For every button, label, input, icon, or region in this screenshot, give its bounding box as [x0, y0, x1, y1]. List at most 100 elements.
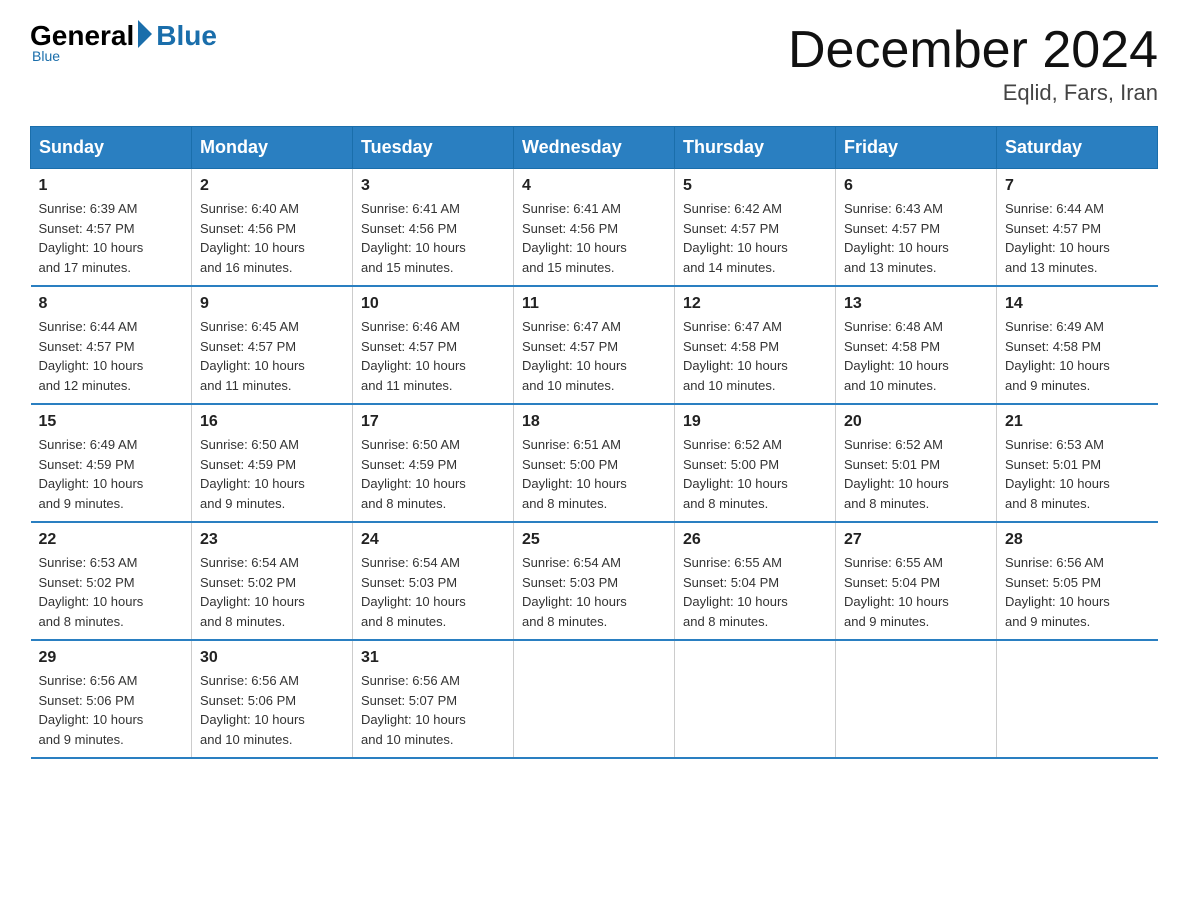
day-info: Sunrise: 6:47 AM Sunset: 4:57 PM Dayligh…: [522, 317, 666, 395]
day-info: Sunrise: 6:48 AM Sunset: 4:58 PM Dayligh…: [844, 317, 988, 395]
day-info: Sunrise: 6:54 AM Sunset: 5:02 PM Dayligh…: [200, 553, 344, 631]
day-number: 30: [200, 649, 344, 667]
header-cell-saturday: Saturday: [997, 127, 1158, 169]
day-info: Sunrise: 6:42 AM Sunset: 4:57 PM Dayligh…: [683, 199, 827, 277]
day-number: 16: [200, 413, 344, 431]
day-cell: 7 Sunrise: 6:44 AM Sunset: 4:57 PM Daylig…: [997, 169, 1158, 287]
day-info: Sunrise: 6:39 AM Sunset: 4:57 PM Dayligh…: [39, 199, 184, 277]
day-info: Sunrise: 6:43 AM Sunset: 4:57 PM Dayligh…: [844, 199, 988, 277]
day-info: Sunrise: 6:56 AM Sunset: 5:06 PM Dayligh…: [39, 671, 184, 749]
day-cell: 1 Sunrise: 6:39 AM Sunset: 4:57 PM Daylig…: [31, 169, 192, 287]
calendar-body: 1 Sunrise: 6:39 AM Sunset: 4:57 PM Daylig…: [31, 169, 1158, 759]
day-number: 1: [39, 177, 184, 195]
month-title: December 2024: [788, 20, 1158, 80]
day-cell: 19 Sunrise: 6:52 AM Sunset: 5:00 PM Dayli…: [675, 404, 836, 522]
day-number: 12: [683, 295, 827, 313]
day-cell: 16Sunrise: 6:50 AM Sunset: 4:59 PM Dayli…: [192, 404, 353, 522]
day-cell: [997, 640, 1158, 758]
day-info: Sunrise: 6:40 AM Sunset: 4:56 PM Dayligh…: [200, 199, 344, 277]
day-number: 27: [844, 531, 988, 549]
day-cell: 9 Sunrise: 6:45 AM Sunset: 4:57 PM Daylig…: [192, 286, 353, 404]
header-cell-thursday: Thursday: [675, 127, 836, 169]
day-number: 14: [1005, 295, 1150, 313]
header-cell-wednesday: Wednesday: [514, 127, 675, 169]
day-number: 19: [683, 413, 827, 431]
day-cell: 15 Sunrise: 6:49 AM Sunset: 4:59 PM Dayli…: [31, 404, 192, 522]
day-info: Sunrise: 6:47 AM Sunset: 4:58 PM Dayligh…: [683, 317, 827, 395]
day-cell: 3 Sunrise: 6:41 AM Sunset: 4:56 PM Daylig…: [353, 169, 514, 287]
day-info: Sunrise: 6:49 AM Sunset: 4:59 PM Dayligh…: [39, 435, 184, 513]
day-number: 5: [683, 177, 827, 195]
logo: General Blue Blue: [30, 20, 217, 64]
day-info: Sunrise: 6:56 AM Sunset: 5:05 PM Dayligh…: [1005, 553, 1150, 631]
day-cell: 5 Sunrise: 6:42 AM Sunset: 4:57 PM Daylig…: [675, 169, 836, 287]
week-row: 29 Sunrise: 6:56 AM Sunset: 5:06 PM Dayli…: [31, 640, 1158, 758]
day-cell: 25Sunrise: 6:54 AM Sunset: 5:03 PM Dayli…: [514, 522, 675, 640]
day-number: 8: [39, 295, 184, 313]
day-info: Sunrise: 6:55 AM Sunset: 5:04 PM Dayligh…: [683, 553, 827, 631]
location: Eqlid, Fars, Iran: [788, 80, 1158, 106]
day-number: 15: [39, 413, 184, 431]
week-row: 22 Sunrise: 6:53 AM Sunset: 5:02 PM Dayli…: [31, 522, 1158, 640]
day-info: Sunrise: 6:53 AM Sunset: 5:02 PM Dayligh…: [39, 553, 184, 631]
day-cell: 14 Sunrise: 6:49 AM Sunset: 4:58 PM Dayli…: [997, 286, 1158, 404]
day-info: Sunrise: 6:54 AM Sunset: 5:03 PM Dayligh…: [522, 553, 666, 631]
day-info: Sunrise: 6:45 AM Sunset: 4:57 PM Dayligh…: [200, 317, 344, 395]
day-number: 18: [522, 413, 666, 431]
day-cell: 12 Sunrise: 6:47 AM Sunset: 4:58 PM Dayli…: [675, 286, 836, 404]
day-cell: 21Sunrise: 6:53 AM Sunset: 5:01 PM Dayli…: [997, 404, 1158, 522]
day-number: 21: [1005, 413, 1150, 431]
day-info: Sunrise: 6:56 AM Sunset: 5:07 PM Dayligh…: [361, 671, 505, 749]
day-cell: 18 Sunrise: 6:51 AM Sunset: 5:00 PM Dayli…: [514, 404, 675, 522]
day-number: 3: [361, 177, 505, 195]
day-number: 9: [200, 295, 344, 313]
day-cell: 26 Sunrise: 6:55 AM Sunset: 5:04 PM Dayli…: [675, 522, 836, 640]
day-info: Sunrise: 6:56 AM Sunset: 5:06 PM Dayligh…: [200, 671, 344, 749]
day-number: 23: [200, 531, 344, 549]
week-row: 15 Sunrise: 6:49 AM Sunset: 4:59 PM Dayli…: [31, 404, 1158, 522]
day-cell: 2Sunrise: 6:40 AM Sunset: 4:56 PM Daylig…: [192, 169, 353, 287]
day-cell: 17Sunrise: 6:50 AM Sunset: 4:59 PM Dayli…: [353, 404, 514, 522]
day-cell: 4Sunrise: 6:41 AM Sunset: 4:56 PM Daylig…: [514, 169, 675, 287]
day-info: Sunrise: 6:50 AM Sunset: 4:59 PM Dayligh…: [361, 435, 505, 513]
day-cell: 24Sunrise: 6:54 AM Sunset: 5:03 PM Dayli…: [353, 522, 514, 640]
title-block: December 2024 Eqlid, Fars, Iran: [788, 20, 1158, 106]
day-cell: [514, 640, 675, 758]
header-cell-sunday: Sunday: [31, 127, 192, 169]
day-cell: 29 Sunrise: 6:56 AM Sunset: 5:06 PM Dayli…: [31, 640, 192, 758]
day-info: Sunrise: 6:52 AM Sunset: 5:01 PM Dayligh…: [844, 435, 988, 513]
day-cell: 28Sunrise: 6:56 AM Sunset: 5:05 PM Dayli…: [997, 522, 1158, 640]
day-cell: 23 Sunrise: 6:54 AM Sunset: 5:02 PM Dayli…: [192, 522, 353, 640]
page-header: General Blue Blue December 2024 Eqlid, F…: [30, 20, 1158, 106]
header-cell-tuesday: Tuesday: [353, 127, 514, 169]
day-number: 13: [844, 295, 988, 313]
day-info: Sunrise: 6:49 AM Sunset: 4:58 PM Dayligh…: [1005, 317, 1150, 395]
day-info: Sunrise: 6:52 AM Sunset: 5:00 PM Dayligh…: [683, 435, 827, 513]
day-number: 20: [844, 413, 988, 431]
day-number: 6: [844, 177, 988, 195]
day-info: Sunrise: 6:41 AM Sunset: 4:56 PM Dayligh…: [361, 199, 505, 277]
day-info: Sunrise: 6:51 AM Sunset: 5:00 PM Dayligh…: [522, 435, 666, 513]
calendar-table: SundayMondayTuesdayWednesdayThursdayFrid…: [30, 126, 1158, 759]
day-info: Sunrise: 6:44 AM Sunset: 4:57 PM Dayligh…: [1005, 199, 1150, 277]
day-info: Sunrise: 6:46 AM Sunset: 4:57 PM Dayligh…: [361, 317, 505, 395]
day-number: 11: [522, 295, 666, 313]
day-cell: 31 Sunrise: 6:56 AM Sunset: 5:07 PM Dayli…: [353, 640, 514, 758]
day-cell: [836, 640, 997, 758]
day-info: Sunrise: 6:55 AM Sunset: 5:04 PM Dayligh…: [844, 553, 988, 631]
day-info: Sunrise: 6:44 AM Sunset: 4:57 PM Dayligh…: [39, 317, 184, 395]
day-number: 29: [39, 649, 184, 667]
day-number: 22: [39, 531, 184, 549]
day-number: 31: [361, 649, 505, 667]
day-number: 26: [683, 531, 827, 549]
week-row: 1 Sunrise: 6:39 AM Sunset: 4:57 PM Daylig…: [31, 169, 1158, 287]
week-row: 8 Sunrise: 6:44 AM Sunset: 4:57 PM Daylig…: [31, 286, 1158, 404]
logo-subtitle: Blue: [32, 48, 60, 64]
day-number: 7: [1005, 177, 1150, 195]
day-number: 10: [361, 295, 505, 313]
day-cell: 20 Sunrise: 6:52 AM Sunset: 5:01 PM Dayli…: [836, 404, 997, 522]
day-number: 24: [361, 531, 505, 549]
header-row: SundayMondayTuesdayWednesdayThursdayFrid…: [31, 127, 1158, 169]
logo-arrow-icon: [138, 20, 152, 48]
day-cell: 8 Sunrise: 6:44 AM Sunset: 4:57 PM Daylig…: [31, 286, 192, 404]
